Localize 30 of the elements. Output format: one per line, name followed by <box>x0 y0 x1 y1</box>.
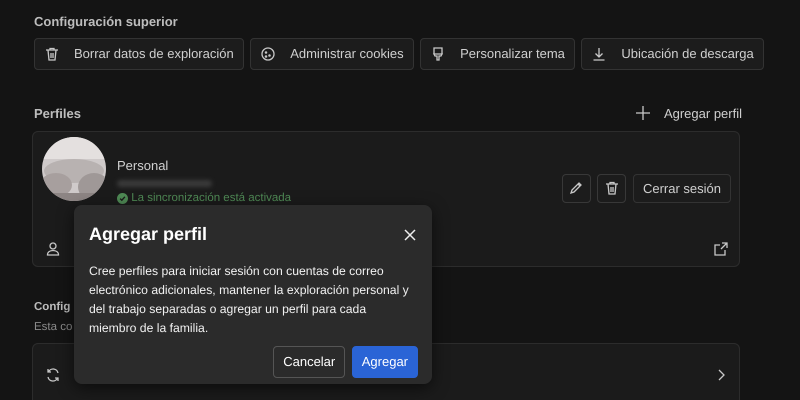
toolbar-button[interactable]: Borrar datos de exploración <box>34 38 244 70</box>
pencil-icon <box>568 180 584 196</box>
external-link-icon <box>713 240 729 257</box>
close-icon <box>402 226 418 242</box>
section-subtitle: Esta co <box>34 321 72 334</box>
dialog-text: Cree perfiles para iniciar sesión con cuentas de correo electrónico adicionales, mantener la exploración personal y del trabajo separadas o agregar un perfil para cada miembro de la familia. <box>89 263 410 337</box>
toolbar-button[interactable]: Administrar cookies <box>250 38 414 70</box>
person-icon <box>45 240 61 257</box>
download-icon <box>591 46 608 62</box>
close-button[interactable] <box>402 226 418 242</box>
add-profile-button[interactable]: Agregar perfil <box>634 104 742 123</box>
cookie-icon <box>260 46 276 62</box>
sign-out-button[interactable]: Cerrar sesión <box>632 174 731 203</box>
section-heading: Config <box>34 300 70 315</box>
toolbar-button[interactable]: Personalizar tema <box>420 38 575 70</box>
section-heading: Configuración superior <box>34 13 179 31</box>
cancel-button[interactable]: Cancelar <box>273 346 346 378</box>
delete-button[interactable] <box>597 174 626 203</box>
sync-status: La sincronización está activada <box>131 190 292 206</box>
edit-button[interactable] <box>562 174 591 203</box>
section-heading: Perfiles <box>34 104 81 122</box>
check-icon <box>117 192 128 204</box>
plus-icon <box>634 105 651 122</box>
dialog-title: Agregar perfil <box>89 223 208 246</box>
toolbar-button[interactable]: Ubicación de descarga <box>581 38 764 70</box>
profile-name: Personal <box>117 157 170 175</box>
add-button[interactable]: Agregar <box>352 346 418 378</box>
trash-icon <box>44 46 60 62</box>
trash-icon <box>604 180 620 196</box>
sync-icon <box>45 366 61 382</box>
